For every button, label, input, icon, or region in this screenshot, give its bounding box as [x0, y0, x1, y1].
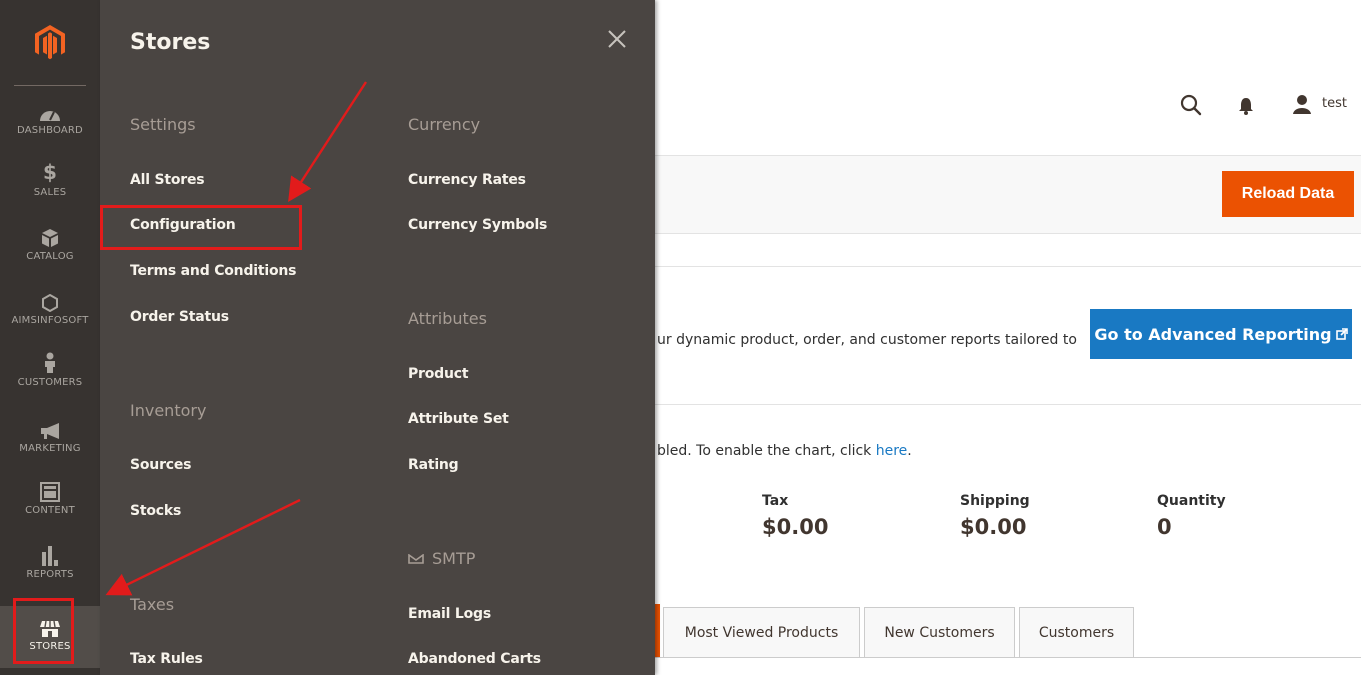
nav-item-label: MARKETING [19, 443, 81, 454]
chart-disabled-notice: bled. To enable the chart, click here. [657, 443, 912, 459]
nav-item-content[interactable]: CONTENT [0, 480, 100, 542]
chart-notice-suffix: . [907, 443, 912, 459]
magento-logo[interactable] [0, 0, 100, 86]
divider [655, 404, 1361, 405]
nav-item-label: AIMSINFOSOFT [11, 315, 89, 326]
smtp-icon [408, 549, 424, 568]
configuration-highlight-box [100, 205, 302, 250]
tab-customers[interactable]: Customers [1019, 607, 1134, 658]
menu-link-tax-rules[interactable]: Tax Rules [130, 651, 203, 667]
nav-item-customers[interactable]: CUSTOMERS [0, 352, 100, 414]
nav-item-dashboard[interactable]: DASHBOARD [0, 100, 100, 160]
reload-data-button[interactable]: Reload Data [1222, 171, 1354, 217]
tab-new-customers[interactable]: New Customers [864, 607, 1015, 658]
nav-item-label: CATALOG [26, 251, 74, 262]
menu-link-all-stores[interactable]: All Stores [130, 172, 205, 188]
menu-link-terms-and-conditions[interactable]: Terms and Conditions [130, 263, 296, 279]
nav-item-catalog[interactable]: CATALOG [0, 226, 100, 288]
menu-link-rating[interactable]: Rating [408, 457, 459, 473]
nav-item-label: DASHBOARD [17, 125, 83, 136]
menu-link-order-status[interactable]: Order Status [130, 309, 229, 325]
admin-sidebar: DASHBOARD $ SALES CATALOG AIMSINFOSOFT C… [0, 0, 100, 675]
hexagon-icon [42, 290, 58, 312]
group-title-taxes: Taxes [130, 595, 175, 614]
logo-divider [14, 85, 86, 86]
content-icon [40, 480, 60, 502]
menu-link-currency-rates[interactable]: Currency Rates [408, 172, 526, 188]
advanced-reporting-text: ur dynamic product, order, and customer … [657, 332, 1077, 348]
menu-link-sources[interactable]: Sources [130, 457, 192, 473]
menu-link-product[interactable]: Product [408, 366, 469, 382]
advanced-reporting-button[interactable]: Go to Advanced Reporting [1090, 309, 1352, 359]
smtp-title-text: SMTP [432, 549, 476, 568]
chart-notice-text: bled. To enable the chart, click [657, 443, 876, 459]
group-title-attributes: Attributes [408, 309, 487, 328]
stat-quantity-label: Quantity [1157, 493, 1226, 509]
tabs-baseline [655, 657, 1361, 658]
external-link-icon [1335, 325, 1348, 344]
nav-item-label: CONTENT [25, 505, 75, 516]
group-title-currency: Currency [408, 115, 481, 134]
stat-shipping-label: Shipping [960, 493, 1030, 509]
menu-link-abandoned-carts[interactable]: Abandoned Carts [408, 651, 541, 667]
group-title-settings: Settings [130, 115, 196, 134]
nav-item-label: CUSTOMERS [17, 377, 83, 388]
menu-link-attribute-set[interactable]: Attribute Set [408, 411, 509, 427]
search-icon[interactable] [1180, 94, 1202, 120]
user-icon[interactable] [1292, 94, 1312, 118]
bar-chart-icon [40, 544, 60, 566]
magento-logo-icon [35, 25, 65, 60]
stat-shipping-value: $0.00 [960, 515, 1027, 539]
stores-menu-panel: Stores Settings All Stores Configuration… [100, 0, 655, 675]
person-icon [43, 352, 57, 374]
user-name[interactable]: test [1322, 96, 1347, 111]
menu-title: Stores [130, 30, 211, 55]
enable-chart-link[interactable]: here [876, 443, 908, 459]
nav-item-label: SALES [33, 187, 67, 198]
tab-most-viewed-products[interactable]: Most Viewed Products [663, 607, 860, 658]
stat-quantity-value: 0 [1157, 515, 1172, 539]
stat-tax-value: $0.00 [762, 515, 829, 539]
nav-item-marketing[interactable]: MARKETING [0, 418, 100, 480]
group-title-smtp: SMTP [408, 549, 475, 568]
nav-item-reports[interactable]: REPORTS [0, 544, 100, 604]
nav-item-sales[interactable]: $ SALES [0, 160, 100, 224]
dashboard-icon [39, 100, 61, 122]
stores-highlight-box [13, 598, 74, 664]
megaphone-icon [39, 418, 61, 440]
divider [655, 266, 1361, 267]
nav-item-label: REPORTS [26, 569, 74, 580]
page-header [655, 0, 1361, 155]
dollar-icon: $ [43, 160, 57, 184]
bell-icon[interactable] [1238, 96, 1254, 120]
nav-item-aimsinfosoft[interactable]: AIMSINFOSOFT [0, 290, 100, 352]
close-icon[interactable] [604, 26, 630, 52]
advanced-reporting-label: Go to Advanced Reporting [1094, 324, 1332, 344]
box-icon [41, 226, 59, 248]
stat-tax-label: Tax [762, 493, 789, 509]
menu-link-email-logs[interactable]: Email Logs [408, 606, 491, 622]
group-title-inventory: Inventory [130, 401, 207, 420]
menu-link-currency-symbols[interactable]: Currency Symbols [408, 217, 547, 233]
active-tab-accent [655, 604, 660, 658]
menu-link-stocks[interactable]: Stocks [130, 503, 181, 519]
